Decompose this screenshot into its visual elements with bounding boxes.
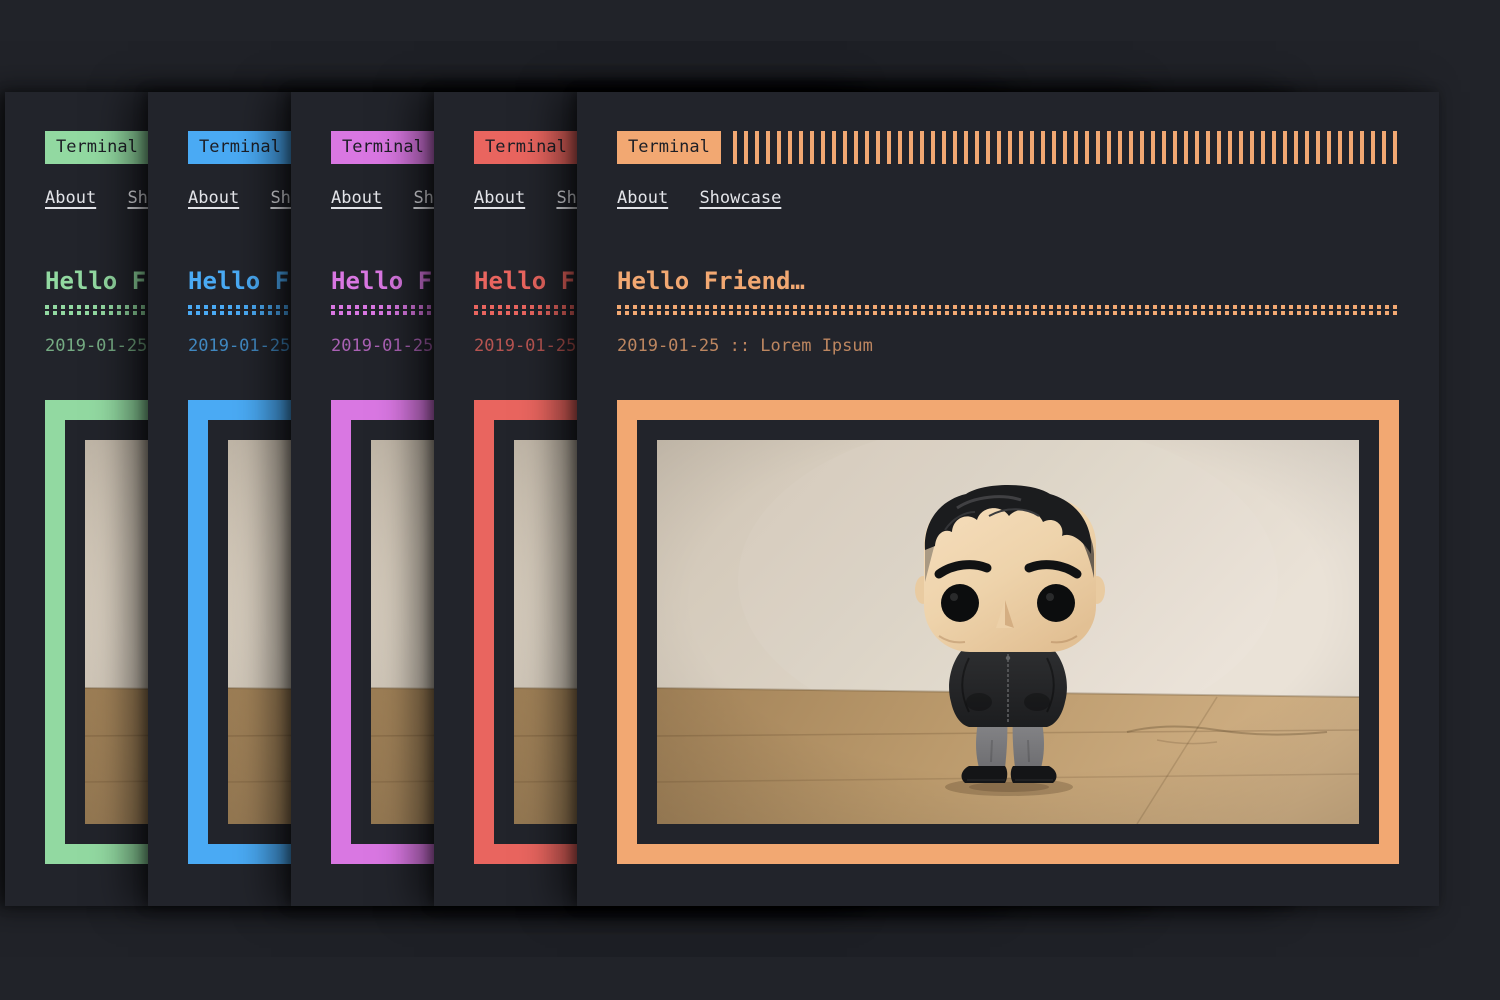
theme-panel-orange: Terminal About Showcase Hello Friend… 20…	[577, 92, 1439, 906]
post-title: Hello Friend…	[617, 267, 1399, 296]
nav-link-about[interactable]: About	[331, 188, 382, 208]
header-stripes-decoration	[733, 131, 1399, 164]
site-logo[interactable]: Terminal	[474, 131, 578, 164]
site-menu: About Showcase	[617, 188, 1399, 209]
theme-showcase-stage: Terminal About Showcase Hello Friend… 20…	[0, 0, 1500, 1000]
nav-link-showcase[interactable]: Showcase	[699, 188, 781, 208]
nav-link-about[interactable]: About	[474, 188, 525, 208]
nav-link-about[interactable]: About	[45, 188, 96, 208]
nav-link-about[interactable]: About	[188, 188, 239, 208]
post-meta: 2019-01-25 :: Lorem Ipsum	[617, 336, 1399, 356]
nav-link-about[interactable]: About	[617, 188, 668, 208]
site-logo[interactable]: Terminal	[45, 131, 149, 164]
funko-figure-photo	[657, 440, 1359, 824]
site-logo[interactable]: Terminal	[617, 131, 721, 164]
site-logo[interactable]: Terminal	[188, 131, 292, 164]
title-separator-dots	[617, 305, 1399, 315]
site-header: Terminal About Showcase	[617, 131, 1399, 209]
post-image-frame	[617, 400, 1399, 864]
site-logo[interactable]: Terminal	[331, 131, 435, 164]
